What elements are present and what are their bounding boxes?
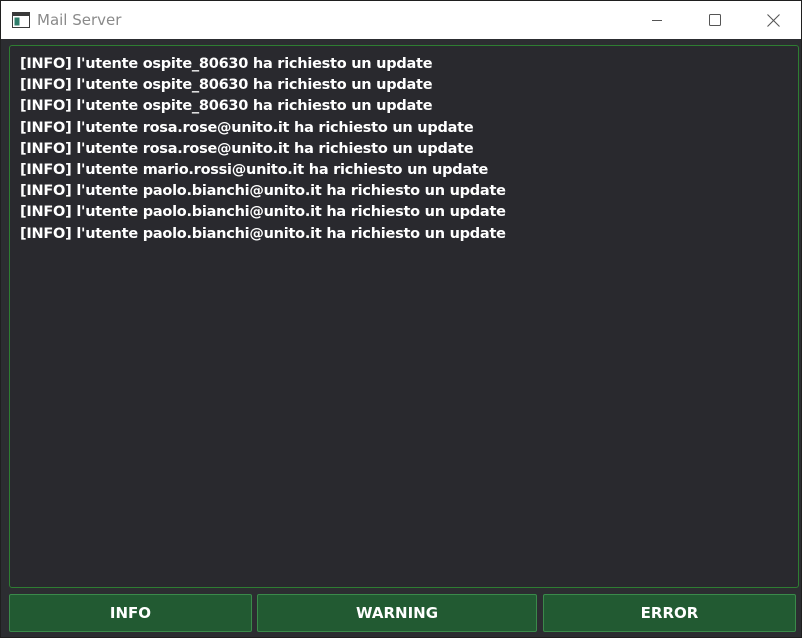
log-line: [INFO] l'utente paolo.bianchi@unito.it h…	[20, 204, 506, 221]
maximize-icon	[709, 14, 721, 26]
title-bar[interactable]: Mail Server	[1, 1, 801, 39]
log-line: [INFO] l'utente ospite_80630 ha richiest…	[20, 77, 433, 94]
close-button[interactable]	[744, 1, 802, 39]
close-icon	[766, 13, 780, 27]
log-line: [INFO] l'utente rosa.rose@unito.it ha ri…	[20, 119, 474, 136]
info-button[interactable]: INFO	[9, 594, 252, 632]
log-line: [INFO] l'utente ospite_80630 ha richiest…	[20, 56, 433, 72]
minimize-icon	[652, 20, 662, 21]
minimize-button[interactable]	[628, 1, 686, 39]
app-window-icon	[12, 12, 30, 28]
mail-server-window: Mail Server [INFO] l'utente ospite_80630…	[0, 0, 802, 638]
window-title: Mail Server	[37, 11, 122, 29]
warning-button[interactable]: WARNING	[257, 594, 537, 632]
log-line: [INFO] l'utente paolo.bianchi@unito.it h…	[20, 183, 506, 200]
log-line: [INFO] l'utente ospite_80630 ha richiest…	[20, 98, 433, 115]
log-line: [INFO] l'utente rosa.rose@unito.it ha ri…	[20, 140, 474, 157]
error-button[interactable]: ERROR	[543, 594, 796, 632]
log-line: [INFO] l'utente mario.rossi@unito.it ha …	[20, 162, 489, 179]
log-line: [INFO] l'utente paolo.bianchi@unito.it h…	[20, 225, 506, 242]
log-output[interactable]: [INFO] l'utente ospite_80630 ha richiest…	[9, 45, 799, 588]
maximize-button[interactable]	[686, 1, 744, 39]
